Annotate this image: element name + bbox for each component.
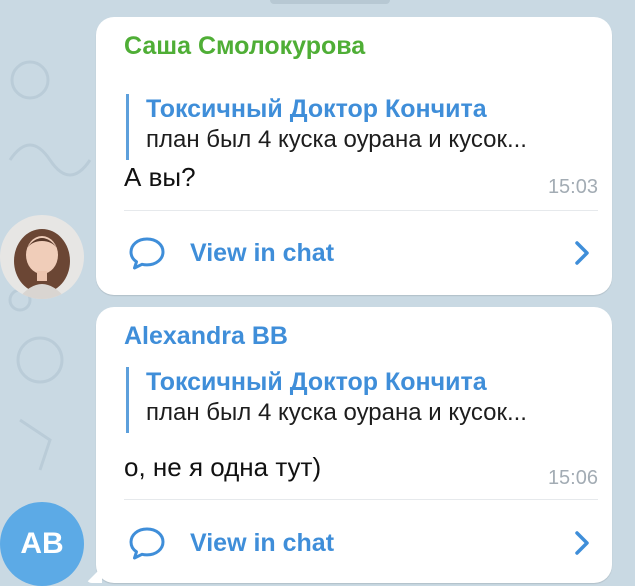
reply-text: план был 4 куска оурана и кусок... [146, 399, 527, 426]
user-photo-icon [0, 215, 84, 299]
chevron-right-icon [575, 241, 589, 265]
view-in-chat-button[interactable]: View in chat [128, 228, 592, 278]
avatar-initials[interactable]: AB [0, 502, 84, 586]
scroll-indicator [270, 0, 390, 4]
reply-quote[interactable]: Токсичный Доктор Кончита план был 4 куск… [126, 367, 596, 433]
reply-text: план был 4 куска оурана и кусок... [146, 126, 527, 153]
message-bubble: Alexandra BB Токсичный Доктор Кончита пл… [96, 307, 612, 583]
sender-name[interactable]: Саша Смолокурова [124, 32, 365, 61]
sender-name[interactable]: Alexandra BB [124, 322, 288, 351]
reply-quote[interactable]: Токсичный Доктор Кончита план был 4 куск… [126, 94, 596, 160]
divider [124, 499, 598, 500]
chat-bubble-icon [129, 527, 165, 560]
view-in-chat-label: View in chat [190, 528, 335, 557]
divider [124, 210, 598, 211]
chat-bubble-icon [129, 237, 165, 270]
message-time: 15:06 [547, 467, 598, 489]
reply-author: Токсичный Доктор Кончита [146, 95, 487, 123]
view-in-chat-label: View in chat [190, 238, 335, 267]
message-text: А вы? [124, 162, 196, 192]
chevron-right-icon [575, 531, 589, 555]
message-bubble: Саша Смолокурова Токсичный Доктор Кончит… [96, 17, 612, 295]
view-in-chat-button[interactable]: View in chat [128, 518, 592, 568]
message-time: 15:03 [547, 176, 598, 198]
message-text: о, не я одна тут) [124, 452, 322, 482]
reply-author: Токсичный Доктор Кончита [146, 368, 487, 396]
avatar[interactable] [0, 215, 84, 299]
